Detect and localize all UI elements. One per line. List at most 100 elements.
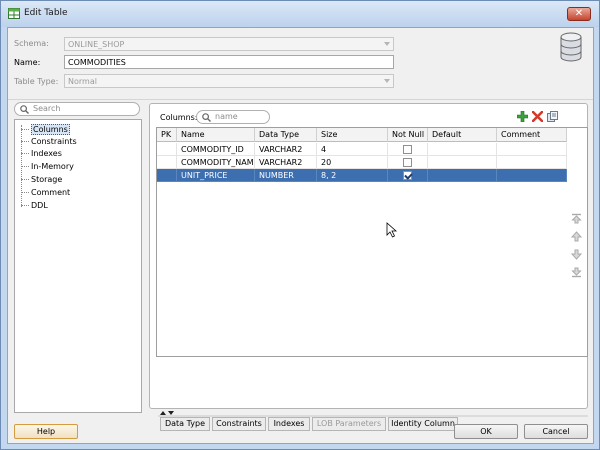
- nav-item-label: Indexes: [31, 149, 62, 158]
- tree-connector: [21, 141, 29, 142]
- nav-search-input[interactable]: Search: [14, 102, 140, 116]
- search-icon: [202, 113, 211, 122]
- pk-cell[interactable]: [157, 169, 177, 182]
- delete-column-icon[interactable]: [532, 111, 543, 122]
- title-bar[interactable]: Edit Table ✕: [1, 1, 599, 27]
- name-value: COMMODITIES: [68, 58, 126, 67]
- not-null-cell: [388, 156, 428, 169]
- type-cell[interactable]: VARCHAR2: [255, 143, 317, 156]
- chevron-down-icon: [384, 42, 390, 46]
- not-null-checkbox[interactable]: [403, 171, 412, 180]
- columns-panel: Columns: name PK Name Data Type Size Not…: [149, 103, 588, 431]
- not-null-checkbox[interactable]: [403, 145, 412, 154]
- comment-cell[interactable]: [497, 169, 567, 182]
- columns-label: Columns:: [160, 113, 198, 122]
- name-label: Name:: [14, 58, 41, 67]
- size-cell[interactable]: 8, 2: [317, 169, 388, 182]
- column-header-name[interactable]: Name: [177, 128, 255, 142]
- comment-cell[interactable]: [497, 156, 567, 169]
- type-cell[interactable]: VARCHAR2: [255, 156, 317, 169]
- schema-select[interactable]: ONLINE_SHOP: [64, 37, 394, 51]
- nav-item-label: Constraints: [31, 137, 77, 146]
- name-cell[interactable]: UNIT_PRICE: [177, 169, 255, 182]
- tree-connector: [21, 166, 29, 167]
- table-row[interactable]: COMMODITY_ID VARCHAR2 4: [157, 143, 567, 156]
- tab-data-type[interactable]: Data Type: [160, 417, 210, 431]
- tree-connector: [21, 129, 29, 130]
- move-down-icon[interactable]: [571, 249, 582, 260]
- column-header-data-type[interactable]: Data Type: [255, 128, 317, 142]
- column-header-size[interactable]: Size: [317, 128, 388, 142]
- nav-item-indexes[interactable]: Indexes: [19, 148, 62, 159]
- nav-item-label: Comment: [31, 188, 71, 197]
- name-cell[interactable]: COMMODITY_ID: [177, 143, 255, 156]
- pk-cell[interactable]: [157, 156, 177, 169]
- nav-item-storage[interactable]: Storage: [19, 174, 62, 185]
- table-type-select[interactable]: Normal: [64, 74, 394, 88]
- table-icon: [8, 8, 20, 19]
- nav-item-in-memory[interactable]: In-Memory: [19, 161, 74, 172]
- default-cell[interactable]: [428, 169, 497, 182]
- chevron-down-icon: [384, 79, 390, 83]
- schema-label: Schema:: [14, 39, 49, 48]
- help-button[interactable]: Help: [14, 424, 78, 439]
- not-null-cell: [388, 169, 428, 182]
- add-column-icon[interactable]: [517, 111, 528, 122]
- ok-button[interactable]: OK: [454, 424, 518, 439]
- splitter-arrows-icon[interactable]: [158, 409, 588, 417]
- move-top-icon[interactable]: [571, 213, 582, 224]
- window-title: Edit Table: [24, 8, 68, 18]
- search-icon: [20, 105, 29, 114]
- name-cell[interactable]: COMMODITY_NAME: [177, 156, 255, 169]
- nav-item-label: Columns: [31, 124, 70, 135]
- type-cell[interactable]: NUMBER: [255, 169, 317, 182]
- tab-constraints[interactable]: Constraints: [212, 417, 266, 431]
- mouse-cursor-icon: [386, 222, 398, 238]
- size-cell[interactable]: 4: [317, 143, 388, 156]
- table-type-label: Table Type:: [14, 77, 59, 86]
- table-row-selected[interactable]: UNIT_PRICE NUMBER 8, 2: [157, 169, 567, 182]
- row-order-controls: [571, 213, 583, 281]
- not-null-checkbox[interactable]: [403, 158, 412, 167]
- copy-column-icon[interactable]: [547, 111, 558, 122]
- table-row[interactable]: COMMODITY_NAME VARCHAR2 20: [157, 156, 567, 169]
- columns-table: PK Name Data Type Size Not Null Default …: [156, 127, 588, 357]
- close-button[interactable]: ✕: [567, 7, 591, 21]
- nav-item-label: Storage: [31, 175, 63, 184]
- nav-item-label: In-Memory: [31, 162, 74, 171]
- nav-item-comment[interactable]: Comment: [19, 187, 70, 198]
- nav-tree: Columns Constraints Indexes In-Memory St…: [14, 119, 142, 413]
- edit-table-dialog: Edit Table ✕ Schema: ONLINE_SHOP Name: C…: [0, 0, 600, 450]
- schema-value: ONLINE_SHOP: [68, 40, 125, 49]
- tree-connector: [21, 179, 29, 180]
- nav-item-label: DDL: [31, 201, 48, 210]
- nav-item-columns[interactable]: Columns: [19, 124, 70, 135]
- database-icon: [560, 32, 582, 62]
- column-header-comment[interactable]: Comment: [497, 128, 567, 142]
- move-bottom-icon[interactable]: [571, 267, 582, 278]
- close-icon: ✕: [574, 8, 584, 19]
- table-type-value: Normal: [68, 77, 97, 86]
- tree-connector: [21, 153, 29, 154]
- not-null-cell: [388, 143, 428, 156]
- nav-item-constraints[interactable]: Constraints: [19, 136, 77, 147]
- column-header-not-null[interactable]: Not Null: [388, 128, 428, 142]
- default-cell[interactable]: [428, 143, 497, 156]
- nav-item-ddl[interactable]: DDL: [19, 200, 48, 211]
- dialog-body: Schema: ONLINE_SHOP Name: COMMODITIES Ta…: [7, 27, 594, 444]
- default-cell[interactable]: [428, 156, 497, 169]
- tree-connector: [21, 205, 29, 206]
- column-header-pk[interactable]: PK: [157, 128, 177, 142]
- size-cell[interactable]: 20: [317, 156, 388, 169]
- search-placeholder: Search: [33, 104, 61, 113]
- move-up-icon[interactable]: [571, 231, 582, 242]
- cancel-button[interactable]: Cancel: [524, 424, 588, 439]
- tab-lob-parameters[interactable]: LOB Parameters: [312, 417, 386, 431]
- column-header-default[interactable]: Default: [428, 128, 497, 142]
- comment-cell[interactable]: [497, 143, 567, 156]
- pk-cell[interactable]: [157, 143, 177, 156]
- name-field[interactable]: COMMODITIES: [64, 55, 394, 69]
- tab-indexes[interactable]: Indexes: [268, 417, 310, 431]
- tab-identity-column[interactable]: Identity Column: [388, 417, 458, 431]
- column-filter-input[interactable]: name: [196, 110, 270, 124]
